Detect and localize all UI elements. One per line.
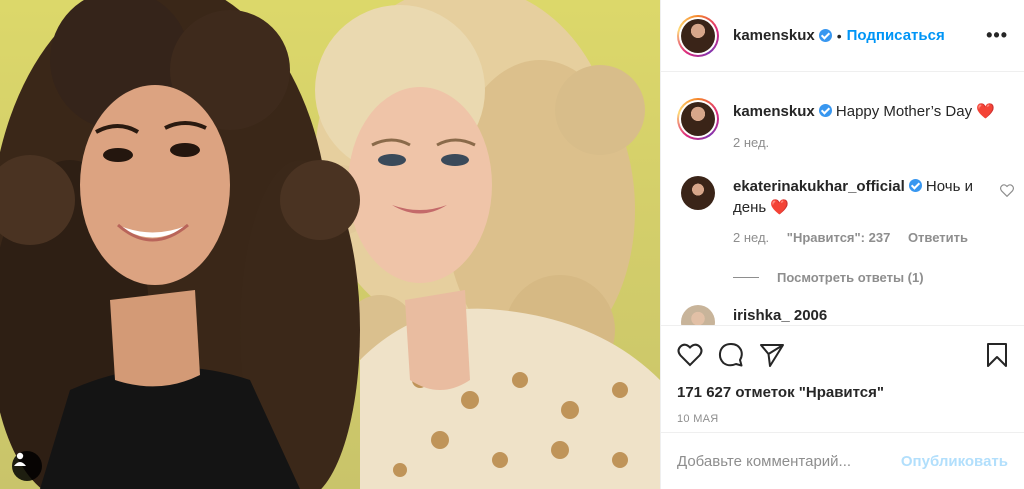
add-comment-bar: Опубликовать <box>661 432 1024 489</box>
caption-time[interactable]: 2 нед. <box>733 135 769 150</box>
comment-username[interactable]: ekaterinakukhar_official <box>733 178 905 195</box>
comment-icon[interactable] <box>718 342 744 373</box>
comment-likes[interactable]: "Нравится": 237 <box>787 230 891 245</box>
verified-icon <box>818 104 832 117</box>
publish-button[interactable]: Опубликовать <box>901 453 1008 470</box>
left-face <box>80 85 230 285</box>
comment-item: ekaterinakukhar_official Ночь и день ❤️ … <box>661 176 1024 248</box>
view-replies-button[interactable]: Посмотреть ответы (1) <box>661 270 1024 285</box>
commenter-avatar[interactable] <box>681 305 715 325</box>
caption-username[interactable]: kamenskux <box>733 103 815 120</box>
bookmark-icon[interactable] <box>986 342 1008 373</box>
comment-username[interactable]: irishka_ 2006 <box>733 307 827 324</box>
heart-emoji: ❤️ <box>770 199 790 216</box>
header-separator: • <box>836 27 842 44</box>
comment-input[interactable] <box>677 452 901 470</box>
post-date[interactable]: 10 МАЯ <box>677 413 1008 425</box>
replies-divider <box>733 277 759 278</box>
more-icon[interactable]: ••• <box>986 25 1008 46</box>
user-tag-icon[interactable] <box>12 451 42 481</box>
comments-list[interactable]: kamenskux Happy Mother’s Day ❤️ 2 нед. e… <box>661 73 1024 325</box>
heart-emoji: ❤️ <box>976 103 995 120</box>
comment-like-heart-icon[interactable] <box>1000 184 1014 202</box>
comment-item: irishka_ 2006 <box>661 305 1024 325</box>
photo-illustration <box>0 0 660 489</box>
right-face <box>348 87 492 283</box>
verified-icon <box>908 179 922 192</box>
follow-button[interactable]: Подписаться <box>847 27 945 44</box>
instagram-post: kamenskux • Подписаться ••• kamenskux Ha… <box>0 0 1024 489</box>
author-avatar[interactable] <box>677 14 719 57</box>
commenter-avatar[interactable] <box>681 176 715 210</box>
heart-icon[interactable] <box>677 343 703 372</box>
author-username[interactable]: kamenskux <box>733 27 815 44</box>
verified-icon <box>818 29 832 42</box>
post-header: kamenskux • Подписаться ••• <box>661 0 1024 72</box>
caption: kamenskux Happy Mother’s Day ❤️ 2 нед. <box>661 98 1024 153</box>
share-icon[interactable] <box>759 343 785 372</box>
view-replies-label[interactable]: Посмотреть ответы (1) <box>777 270 924 285</box>
caption-avatar[interactable] <box>677 98 719 140</box>
likes-count[interactable]: 171 627 отметок "Нравится" <box>677 384 1008 401</box>
reply-button[interactable]: Ответить <box>908 230 968 245</box>
post-photo[interactable] <box>0 0 660 489</box>
comment-time[interactable]: 2 нед. <box>733 230 769 245</box>
post-actions: 171 627 отметок "Нравится" 10 МАЯ <box>661 325 1024 425</box>
caption-text: Happy Mother’s Day <box>835 103 973 120</box>
post-sidebar: kamenskux • Подписаться ••• kamenskux Ha… <box>660 0 1024 489</box>
